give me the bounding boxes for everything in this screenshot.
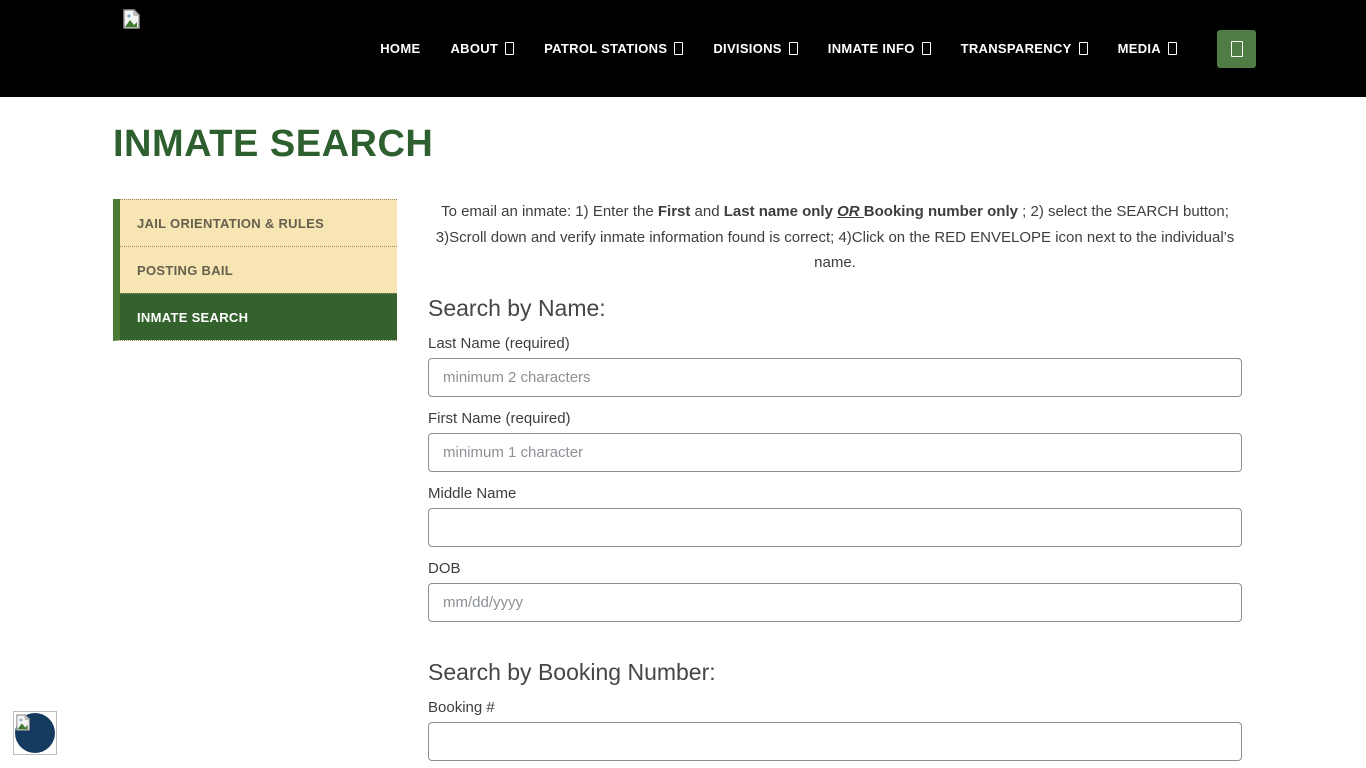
- last-name-label: Last Name (required): [428, 335, 1242, 352]
- nav-item-home[interactable]: HOME: [380, 41, 420, 56]
- dropdown-missing-glyph-icon: [505, 42, 514, 55]
- sidebar-item-jail-orientation-rules[interactable]: JAIL ORIENTATION & RULES: [120, 199, 397, 246]
- middle-name-field-group: Middle Name: [428, 485, 1242, 547]
- dob-field-group: DOB: [428, 560, 1242, 622]
- search-missing-glyph-icon: [1231, 41, 1243, 57]
- dropdown-missing-glyph-icon: [789, 42, 798, 55]
- dropdown-missing-glyph-icon: [1079, 42, 1088, 55]
- page-title: INMATE SEARCH: [113, 123, 1253, 166]
- dropdown-missing-glyph-icon: [1168, 42, 1177, 55]
- instructions-bold-booking: Booking number only: [864, 203, 1018, 220]
- nav-item-label: ABOUT: [450, 41, 498, 56]
- sidebar-item-label: INMATE SEARCH: [137, 310, 248, 325]
- search-button[interactable]: [1217, 30, 1256, 68]
- first-name-field-group: First Name (required): [428, 410, 1242, 472]
- accessibility-broken-image-icon: [16, 714, 31, 736]
- dob-label: DOB: [428, 560, 1242, 577]
- first-name-input[interactable]: [428, 433, 1242, 472]
- sidebar-item-label: JAIL ORIENTATION & RULES: [137, 216, 324, 231]
- middle-name-label: Middle Name: [428, 485, 1242, 502]
- nav-item-media[interactable]: MEDIA: [1118, 41, 1177, 56]
- nav-item-patrol-stations[interactable]: PATROL STATIONS: [544, 41, 683, 56]
- nav-item-label: HOME: [380, 41, 420, 56]
- last-name-input[interactable]: [428, 358, 1242, 397]
- nav-item-label: TRANSPARENCY: [961, 41, 1072, 56]
- accessibility-widget-button[interactable]: [13, 711, 57, 755]
- last-name-field-group: Last Name (required): [428, 335, 1242, 397]
- page-content: INMATE SEARCH JAIL ORIENTATION & RULES P…: [0, 123, 1366, 761]
- nav-item-label: PATROL STATIONS: [544, 41, 667, 56]
- nav-item-transparency[interactable]: TRANSPARENCY: [961, 41, 1088, 56]
- main-navigation: HOME ABOUT PATROL STATIONS DIVISIONS INM…: [380, 0, 1256, 97]
- booking-number-label: Booking #: [428, 699, 1242, 716]
- first-name-label: First Name (required): [428, 410, 1242, 427]
- instructions-bold-first: First: [658, 203, 691, 220]
- sidebar-item-label: POSTING BAIL: [137, 263, 233, 278]
- search-by-booking-heading: Search by Booking Number:: [428, 659, 1242, 686]
- sidebar-menu: JAIL ORIENTATION & RULES POSTING BAIL IN…: [113, 199, 397, 341]
- top-nav-bar: HOME ABOUT PATROL STATIONS DIVISIONS INM…: [0, 0, 1366, 97]
- search-by-name-heading: Search by Name:: [428, 295, 1242, 322]
- dob-input[interactable]: [428, 583, 1242, 622]
- dropdown-missing-glyph-icon: [922, 42, 931, 55]
- nav-item-about[interactable]: ABOUT: [450, 41, 514, 56]
- site-logo-broken-image-icon[interactable]: [123, 9, 141, 29]
- email-inmate-instructions: To email an inmate: 1) Enter the First a…: [428, 199, 1242, 276]
- instructions-bold-lastname: Last name only: [724, 203, 837, 220]
- booking-number-input[interactable]: [428, 722, 1242, 761]
- instructions-or: OR: [837, 203, 864, 220]
- inmate-search-form-section: To email an inmate: 1) Enter the First a…: [428, 199, 1242, 761]
- sidebar-item-inmate-search[interactable]: INMATE SEARCH: [120, 293, 397, 340]
- nav-item-divisions[interactable]: DIVISIONS: [713, 41, 797, 56]
- middle-name-input[interactable]: [428, 508, 1242, 547]
- instructions-text: To email an inmate: 1) Enter the: [441, 203, 658, 220]
- sidebar-item-posting-bail[interactable]: POSTING BAIL: [120, 246, 397, 293]
- nav-item-label: DIVISIONS: [713, 41, 781, 56]
- nav-item-label: MEDIA: [1118, 41, 1161, 56]
- nav-item-inmate-info[interactable]: INMATE INFO: [828, 41, 931, 56]
- dropdown-missing-glyph-icon: [674, 42, 683, 55]
- booking-number-field-group: Booking #: [428, 699, 1242, 761]
- nav-item-label: INMATE INFO: [828, 41, 915, 56]
- instructions-text: and: [690, 203, 723, 220]
